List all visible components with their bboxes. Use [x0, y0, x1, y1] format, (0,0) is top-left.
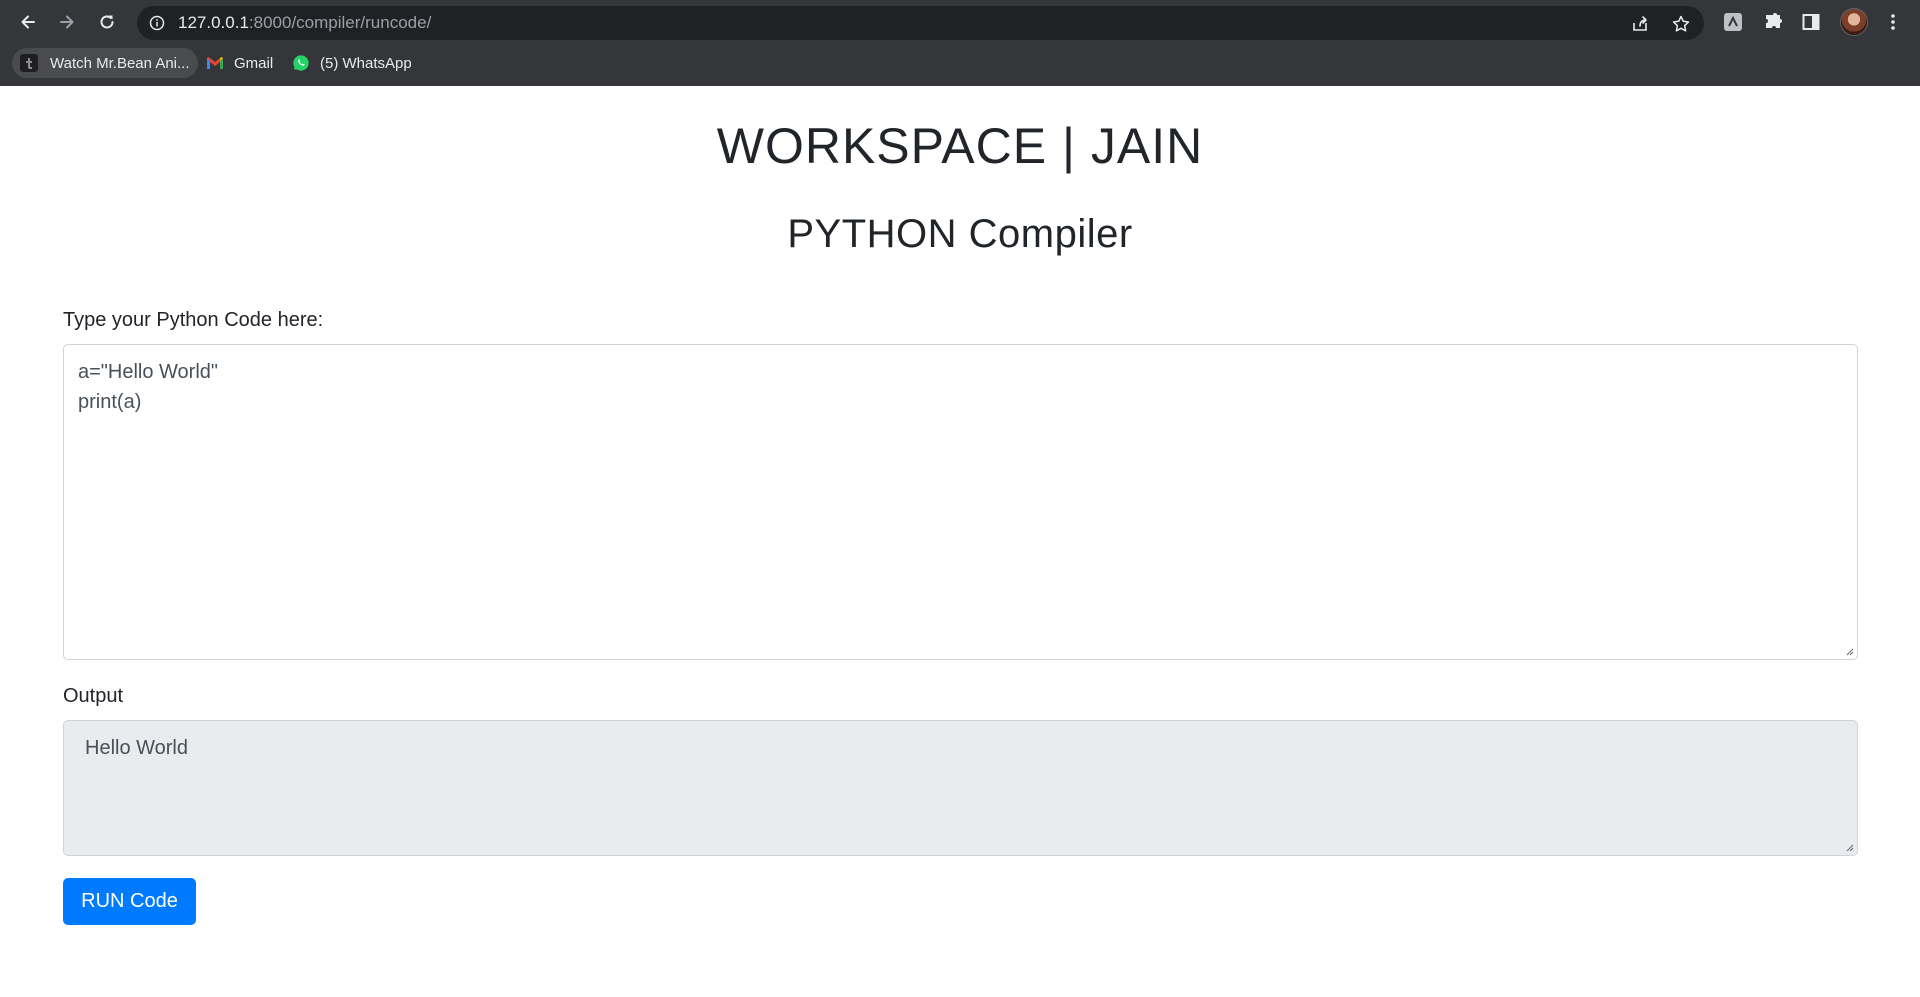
output-field: Hello World [63, 720, 1858, 856]
output-text: Hello World [85, 737, 188, 759]
site-info-icon[interactable] [149, 15, 165, 31]
bookmark-star-icon[interactable] [1671, 14, 1691, 34]
bookmark-whatsapp[interactable]: (5) WhatsApp [284, 48, 420, 78]
menu-button[interactable] [1882, 11, 1904, 33]
browser-toolbar: 127.0.0.1:8000/compiler/runcode/ [0, 0, 1920, 44]
url-path: :8000/compiler/runcode/ [248, 13, 432, 32]
profile-avatar[interactable] [1840, 8, 1868, 36]
code-input[interactable]: a="Hello World" print(a) [63, 344, 1858, 660]
side-panel-button[interactable] [1800, 11, 1822, 33]
extensions-button[interactable] [1762, 11, 1784, 33]
extension-app-icon [1724, 13, 1742, 31]
back-arrow-icon [21, 15, 35, 29]
output-label: Output [63, 685, 124, 707]
url-host: 127.0.0.1 [178, 13, 249, 32]
code-line: print(a) [78, 391, 142, 413]
bookmarks-bar: Watch Mr.Bean Ani... Gmail (5) WhatsApp [0, 44, 1920, 82]
browser-chrome: 127.0.0.1:8000/compiler/runcode/ Watch M… [0, 0, 1920, 86]
kebab-menu-icon [1891, 14, 1895, 30]
forward-arrow-icon [60, 15, 74, 29]
extension-button[interactable] [1722, 11, 1744, 33]
address-bar[interactable]: 127.0.0.1:8000/compiler/runcode/ [137, 6, 1704, 40]
url-text[interactable]: 127.0.0.1:8000/compiler/runcode/ [178, 14, 431, 32]
forward-button[interactable] [53, 8, 81, 36]
reload-button[interactable] [93, 8, 121, 36]
bookmark-gmail[interactable]: Gmail [198, 48, 281, 78]
back-button[interactable] [14, 8, 42, 36]
code-label: Type your Python Code here: [63, 309, 324, 331]
bookmark-label: Gmail [234, 54, 274, 72]
page-title: WORKSPACE | JAIN [716, 118, 1204, 174]
code-line: a="Hello World" [78, 361, 218, 383]
bookmark-label: Watch Mr.Bean Ani... [50, 54, 190, 72]
whatsapp-icon [292, 54, 310, 72]
reload-icon [100, 15, 114, 29]
bookmark-label: (5) WhatsApp [320, 54, 412, 72]
resize-grip-icon[interactable] [1844, 646, 1854, 656]
side-panel-icon [1802, 14, 1820, 30]
resize-grip-icon[interactable] [1844, 842, 1854, 852]
run-code-button[interactable]: RUN Code [63, 878, 196, 925]
share-icon[interactable] [1630, 14, 1650, 34]
page-content: WORKSPACE | JAIN PYTHON Compiler Type yo… [0, 86, 1920, 997]
tumblr-icon [20, 54, 38, 72]
page-subtitle: PYTHON Compiler [787, 212, 1133, 256]
bookmark-mrbean[interactable]: Watch Mr.Bean Ani... [12, 48, 198, 78]
gmail-icon [206, 54, 224, 72]
puzzle-icon [1766, 13, 1782, 28]
